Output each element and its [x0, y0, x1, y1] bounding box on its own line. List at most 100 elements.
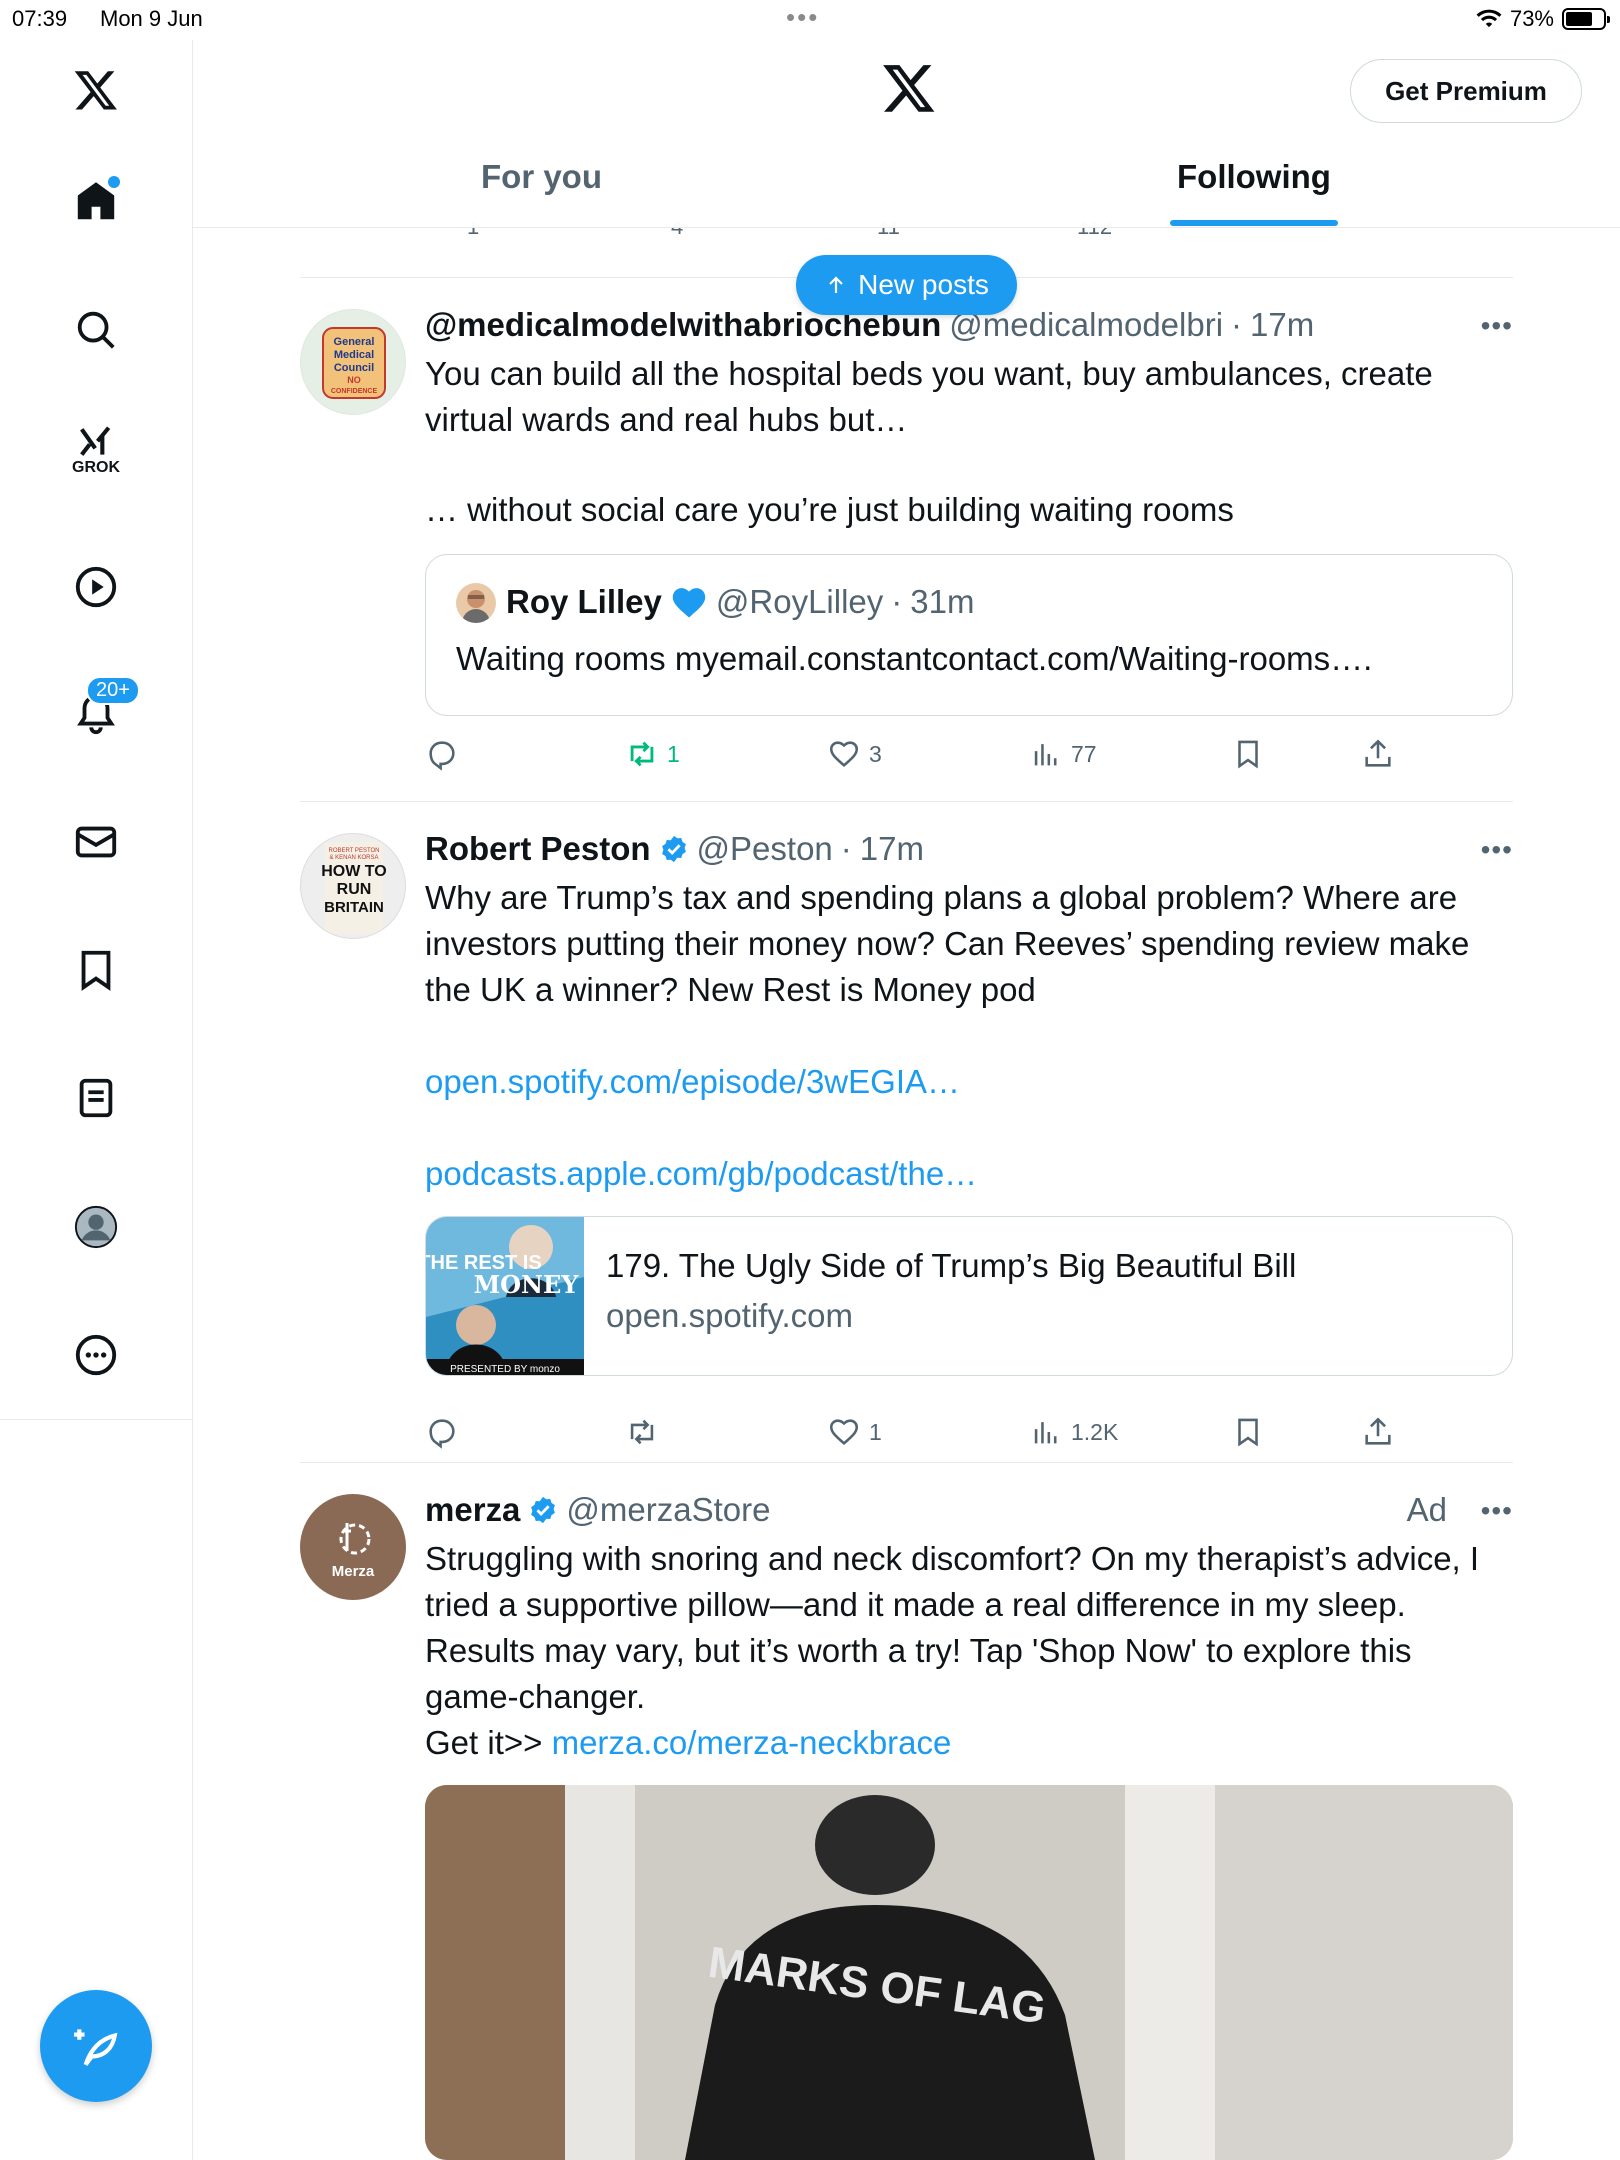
- merza-link[interactable]: merza.co/merza-neckbrace: [552, 1724, 952, 1761]
- separator-dot: ·: [1231, 306, 1243, 343]
- view-count: 77: [1071, 740, 1097, 767]
- more-circle-icon: [75, 1334, 117, 1376]
- post-robert-peston[interactable]: ROBERT PESTON & KENAN KORSA HOW TO RUN B…: [300, 830, 1513, 1450]
- tab-following[interactable]: Following: [1177, 158, 1331, 196]
- reply-icon: [429, 741, 455, 771]
- avatar-text-1: ROBERT PESTON: [328, 848, 379, 854]
- battery-percent: 73%: [1509, 6, 1554, 31]
- grok-icon: [80, 426, 111, 456]
- bookmark-button[interactable]: [1231, 737, 1265, 771]
- post-more-icon[interactable]: •••: [1481, 834, 1513, 866]
- author-name[interactable]: merza: [425, 1491, 520, 1529]
- avatar[interactable]: Merza: [300, 1494, 406, 1600]
- share-icon: [1365, 1417, 1391, 1445]
- avatar-text-3: Council: [334, 362, 374, 374]
- sidebar-item-home[interactable]: [56, 162, 136, 242]
- verified-badge-icon: [531, 1496, 556, 1524]
- apple-podcasts-link[interactable]: podcasts.apple.com/gb/podcast/the…: [425, 1151, 1513, 1197]
- arrow-up-icon: [829, 276, 843, 293]
- multitasking-dots-icon[interactable]: •••: [786, 2, 819, 33]
- spotify-link[interactable]: open.spotify.com/episode/3wEGIA…: [425, 1059, 1513, 1105]
- post-header: merza @merzaStore: [425, 1491, 770, 1529]
- new-posts-button[interactable]: New posts: [796, 255, 1017, 315]
- bookmark-button[interactable]: [1231, 1415, 1265, 1449]
- author-name[interactable]: Robert Peston: [425, 830, 651, 868]
- link-preview-card[interactable]: THE REST IS MONEY PRESENTED BY monzo 179…: [425, 1216, 1513, 1376]
- quoted-handle: @RoyLilley: [715, 583, 884, 620]
- grok-label: GROK: [72, 459, 120, 476]
- bookmark-icon: [1238, 1418, 1258, 1447]
- separator-dot: ·: [891, 583, 903, 620]
- repost-icon: [630, 741, 654, 767]
- search-icon: [77, 311, 115, 349]
- wifi-icon: [1476, 9, 1502, 28]
- share-button[interactable]: [1361, 737, 1395, 771]
- avatar-text-2: & KENAN KORSA: [329, 855, 378, 861]
- quoted-header: Roy Lilley @RoyLilley · 31m: [506, 583, 974, 621]
- status-time: 07:39: [12, 6, 68, 31]
- tab-for-you[interactable]: For you: [481, 158, 602, 196]
- quoted-time: 31m: [910, 583, 975, 620]
- new-posts-label: New posts: [858, 269, 989, 300]
- sidebar-item-notifications[interactable]: 20+: [56, 674, 140, 754]
- sidebar-item-bookmarks[interactable]: [56, 930, 136, 1010]
- avatar[interactable]: General Medical Council NO CONFIDENCE: [300, 309, 406, 415]
- post-merza-ad[interactable]: Merza merza @merzaStore Ad ••• Strugglin…: [300, 1491, 1513, 2160]
- compose-feather-icon: [74, 2029, 118, 2066]
- play-icon: [75, 566, 117, 608]
- author-handle[interactable]: @Peston: [697, 830, 833, 868]
- reply-button[interactable]: [425, 737, 467, 771]
- avatar[interactable]: ROBERT PESTON & KENAN KORSA HOW TO RUN B…: [300, 833, 406, 939]
- share-button[interactable]: [1361, 1415, 1395, 1449]
- thumb-title-2: MONEY: [474, 1270, 580, 1299]
- quoted-post[interactable]: Roy Lilley @RoyLilley · 31m Waiting room…: [425, 554, 1513, 716]
- sidebar-item-more[interactable]: [56, 1315, 136, 1395]
- status-date: Mon 9 Jun: [100, 6, 203, 31]
- timeline-header: Get Premium For you Following: [193, 40, 1620, 228]
- avatar-text-3: HOW TO: [321, 863, 386, 880]
- like-button[interactable]: 1: [827, 1415, 882, 1449]
- post-actions: 1 3 77: [425, 734, 1513, 774]
- like-button[interactable]: 3: [827, 737, 882, 771]
- post-text-cta: Get it>> merza.co/merza-neckbrace: [425, 1720, 1513, 1766]
- sidebar-item-grok[interactable]: GROK: [56, 410, 136, 490]
- repost-button[interactable]: 1: [625, 737, 680, 771]
- get-premium-button[interactable]: Get Premium: [1350, 59, 1582, 123]
- post-more-icon[interactable]: •••: [1481, 1495, 1513, 1527]
- blue-heart-icon: [672, 588, 706, 618]
- quoted-author-name: Roy Lilley: [506, 583, 662, 620]
- sidebar-item-lists[interactable]: [56, 1058, 136, 1138]
- views-chart-icon: [1034, 744, 1057, 766]
- sidebar-item-videos[interactable]: [56, 547, 136, 627]
- post-medicalmodel[interactable]: General Medical Council NO CONFIDENCE @m…: [300, 306, 1513, 776]
- repost-button[interactable]: [625, 1415, 667, 1449]
- list-icon: [79, 1078, 113, 1118]
- x-logo-icon[interactable]: [881, 60, 937, 116]
- avatar-text-4: NO: [347, 375, 361, 385]
- cta-prefix: Get it>>: [425, 1724, 552, 1761]
- post-more-icon[interactable]: •••: [1481, 310, 1513, 342]
- author-handle[interactable]: @merzaStore: [566, 1491, 770, 1529]
- compose-button[interactable]: [40, 1990, 152, 2102]
- card-title: 179. The Ugly Side of Trump’s Big Beauti…: [606, 1247, 1297, 1284]
- repost-icon: [630, 1419, 654, 1445]
- sidebar-item-explore[interactable]: [56, 290, 136, 370]
- views-button[interactable]: 1.2K: [1029, 1415, 1118, 1449]
- share-icon: [1365, 739, 1391, 767]
- quoted-text: Waiting rooms myemail.constantcontact.co…: [456, 640, 1373, 677]
- mail-icon: [75, 826, 117, 858]
- view-count: 1.2K: [1071, 1418, 1119, 1445]
- post-divider: [300, 1462, 1513, 1463]
- battery-icon: [1562, 8, 1610, 30]
- merza-logo-icon: [339, 1522, 371, 1554]
- sidebar-item-messages[interactable]: [56, 802, 136, 882]
- x-logo-icon[interactable]: [56, 50, 136, 130]
- profile-avatar-icon: [74, 1205, 118, 1249]
- reply-button[interactable]: [425, 1415, 467, 1449]
- notification-badge: 20+: [86, 676, 140, 705]
- sidebar-item-profile[interactable]: [56, 1187, 136, 1267]
- ad-video[interactable]: MARKS OF LAG: [425, 1785, 1513, 2160]
- views-button[interactable]: 77: [1029, 737, 1097, 771]
- avatar-text: Merza: [331, 1562, 375, 1580]
- avatar-text-1: General: [334, 336, 375, 348]
